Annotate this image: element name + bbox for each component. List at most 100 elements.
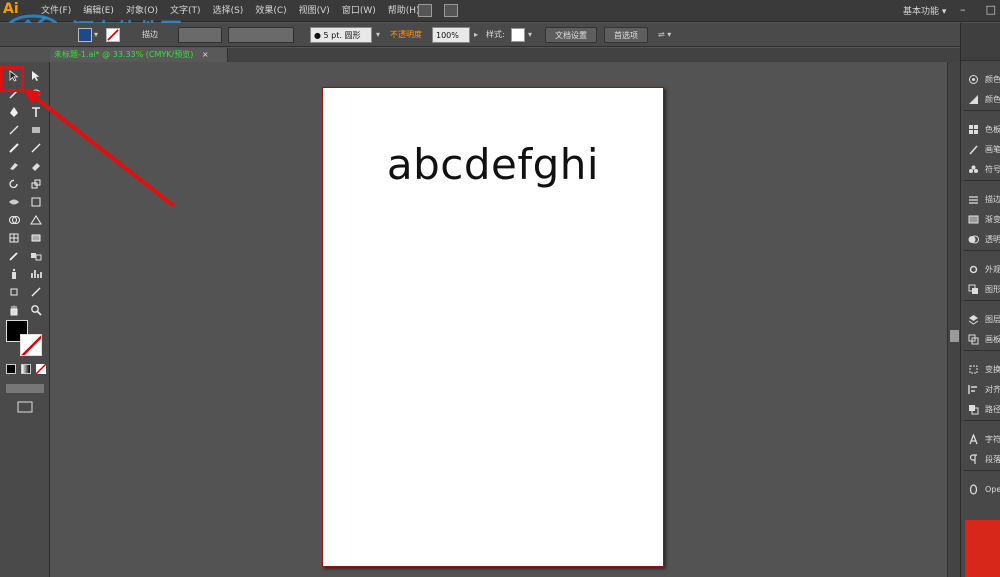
line-tool[interactable] — [6, 122, 22, 138]
menu-edit[interactable]: 编辑(E) — [77, 4, 120, 18]
style-dropdown-icon[interactable]: ▾ — [528, 27, 532, 43]
panel-item-gradient[interactable]: 渐变 — [968, 212, 1000, 226]
layers-icon — [968, 314, 979, 325]
zoom-tool[interactable] — [28, 302, 44, 318]
panel-item-color[interactable]: 颜色 — [968, 72, 1000, 86]
panel-item-transform[interactable]: 变换 — [968, 362, 1000, 376]
none-mode-button[interactable] — [35, 363, 47, 375]
menu-file[interactable]: 文件(F) — [35, 4, 77, 18]
variable-width-profile[interactable] — [228, 27, 294, 43]
opacity-label[interactable]: 不透明度 — [390, 27, 422, 43]
perspective-grid-tool[interactable] — [28, 212, 44, 228]
menu-window[interactable]: 窗口(W) — [336, 4, 382, 18]
hand-icon — [10, 305, 18, 316]
scale-tool[interactable] — [28, 176, 44, 192]
menu-effect[interactable]: 效果(C) — [249, 4, 292, 18]
panel-item-label: 画笔 — [985, 144, 1000, 154]
screen-mode-button[interactable] — [16, 400, 34, 414]
panel-item-layers[interactable]: 图层 — [968, 312, 1000, 326]
menu-object[interactable]: 对象(O) — [120, 4, 164, 18]
eyedropper-tool[interactable] — [6, 248, 22, 264]
slice-tool[interactable] — [28, 284, 44, 300]
lasso-icon — [31, 89, 41, 97]
lasso-tool[interactable] — [28, 86, 44, 102]
rectangle-tool[interactable] — [28, 122, 44, 138]
scroll-thumb[interactable] — [950, 330, 959, 342]
arrange-documents-icon[interactable] — [444, 4, 458, 17]
fill-swatch[interactable] — [78, 28, 92, 42]
panel-item-label: 颜色 — [985, 74, 1000, 84]
eyedropper-icon — [9, 252, 18, 261]
direct-selection-tool[interactable] — [28, 68, 44, 84]
free-transform-tool[interactable] — [28, 194, 44, 210]
paintbrush-tool[interactable] — [6, 140, 22, 156]
control-panel-menu-icon[interactable]: ⇌ ▾ — [658, 27, 671, 43]
graphic-style-swatch[interactable] — [511, 28, 525, 42]
symbol-sprayer-tool[interactable] — [6, 266, 22, 282]
panel-item-transparency[interactable]: 透明度 — [968, 232, 1000, 246]
panel-item-label: 外观 — [985, 264, 1000, 274]
document-tab[interactable]: 未标题-1.ai* @ 33.33% (CMYK/预览) × — [50, 48, 228, 62]
panel-separator — [964, 470, 1000, 471]
shape-builder-tool[interactable] — [6, 212, 22, 228]
maximize-button[interactable]: □ — [986, 3, 996, 16]
drawing-modes[interactable] — [5, 382, 45, 394]
blend-tool[interactable] — [28, 248, 44, 264]
brush-dropdown-icon[interactable]: ▾ — [376, 27, 380, 43]
panel-item-symbols[interactable]: 符号 — [968, 162, 1000, 176]
control-bar: ▾ 描边 ● 5 pt. 圆形 ▾ 不透明度 100% ▸ 样式: ▾ 文档设置… — [0, 23, 960, 47]
panel-item-stroke[interactable]: 描边 — [968, 192, 1000, 206]
panel-item-label: 透明度 — [985, 234, 1000, 244]
panel-item-character[interactable]: 字符 — [968, 432, 1000, 446]
brush-definition[interactable]: ● 5 pt. 圆形 — [310, 27, 372, 43]
width-tool[interactable] — [6, 194, 22, 210]
document-setup-button[interactable]: 文档设置 — [545, 27, 597, 43]
panel-item-color-guide[interactable]: 颜色参考 — [968, 92, 1000, 106]
panel-item-label: OpenType — [985, 484, 1000, 494]
stroke-weight-field[interactable] — [178, 27, 222, 43]
blob-brush-tool[interactable] — [6, 158, 22, 174]
panel-item-opentype[interactable]: OpenType — [968, 482, 1000, 496]
brushes-icon — [968, 144, 979, 155]
panel-item-brushes[interactable]: 画笔 — [968, 142, 1000, 156]
panel-item-paragraph[interactable]: 段落 — [968, 452, 1000, 466]
panel-item-graphic-styles[interactable]: 图形样式 — [968, 282, 1000, 296]
artboard[interactable]: abcdefghi — [322, 87, 664, 567]
panel-item-align[interactable]: 对齐 — [968, 382, 1000, 396]
gradient-tool[interactable] — [28, 230, 44, 246]
vertical-scrollbar[interactable] — [947, 62, 960, 577]
eraser-tool[interactable] — [28, 158, 44, 174]
artboard-text[interactable]: abcdefghi — [323, 140, 663, 189]
artboard-tool[interactable] — [6, 284, 22, 300]
panel-item-label: 画板 — [985, 334, 1000, 344]
menu-select[interactable]: 选择(S) — [207, 4, 250, 18]
panel-item-appearance[interactable]: 外观 — [968, 262, 1000, 276]
color-mode-button[interactable] — [5, 363, 17, 375]
bridge-icon[interactable] — [418, 4, 432, 17]
type-tool[interactable] — [28, 104, 44, 120]
preferences-button[interactable]: 首选项 — [604, 27, 648, 43]
opacity-field[interactable]: 100% — [432, 27, 470, 43]
minimize-button[interactable]: – — [960, 3, 966, 16]
pencil-tool[interactable] — [28, 140, 44, 156]
stroke-color-swatch[interactable] — [20, 334, 42, 356]
opacity-dropdown-icon[interactable]: ▸ — [474, 27, 478, 43]
hand-tool[interactable] — [6, 302, 22, 318]
gradient-mode-button[interactable] — [20, 363, 32, 375]
close-tab-icon[interactable]: × — [202, 50, 209, 59]
panel-item-pathfinder[interactable]: 路径查找器 — [968, 402, 1000, 416]
no-stroke-slash-icon — [21, 335, 41, 355]
symbol-sprayer-icon — [12, 268, 16, 279]
mesh-tool[interactable] — [6, 230, 22, 246]
stroke-swatch[interactable] — [106, 28, 120, 42]
rotate-tool[interactable] — [6, 176, 22, 192]
column-graph-tool[interactable] — [28, 266, 44, 282]
panel-item-swatches[interactable]: 色板 — [968, 122, 1000, 136]
app-logo: Ai — [3, 1, 19, 17]
menu-type[interactable]: 文字(T) — [164, 4, 207, 18]
panel-item-artboards[interactable]: 画板 — [968, 332, 1000, 346]
workspace-switcher[interactable]: 基本功能 ▾ — [903, 4, 946, 17]
pen-tool[interactable] — [6, 104, 22, 120]
menu-view[interactable]: 视图(V) — [293, 4, 336, 18]
fill-dropdown-icon[interactable]: ▾ — [94, 27, 98, 43]
